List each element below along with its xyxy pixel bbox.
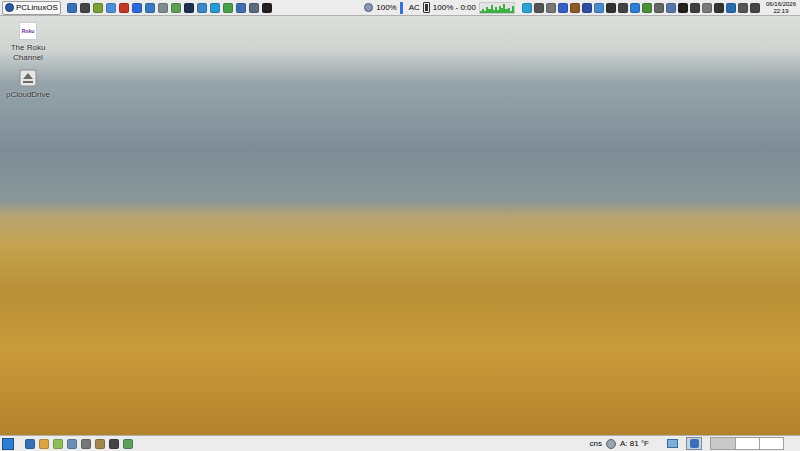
workspace[interactable] (759, 438, 783, 449)
launcher-icon[interactable] (158, 3, 168, 13)
tray-icon[interactable] (630, 3, 640, 13)
weather-icon[interactable] (606, 439, 616, 449)
task-button[interactable] (686, 437, 702, 450)
quick-launch-icon[interactable] (39, 439, 49, 449)
clock[interactable]: 06/16/202622:19 (766, 1, 796, 14)
tray-icon[interactable] (654, 3, 664, 13)
tray-icon[interactable] (714, 3, 724, 13)
cpu-bar (512, 6, 514, 13)
launcher-icon[interactable] (80, 3, 90, 13)
bottom-panel: cns A: 81 °F (0, 435, 800, 451)
quick-launch-icon[interactable] (109, 439, 119, 449)
tray-icon[interactable] (558, 3, 568, 13)
quick-launch-icon[interactable] (53, 439, 63, 449)
launcher-icon[interactable] (145, 3, 155, 13)
launcher-icon[interactable] (236, 3, 246, 13)
tray-icon[interactable] (690, 3, 700, 13)
top-panel: PCLinuxOS 100% AC 100% - 0:00 06/16/202622:1… (0, 0, 800, 16)
desktop: Roku The Roku Channel pCloudDrive (0, 16, 800, 435)
start-icon[interactable] (2, 438, 14, 450)
desktop-icon-label: pCloudDrive (5, 90, 51, 100)
pclinuxos-icon (5, 3, 14, 12)
tray-icon[interactable] (702, 3, 712, 13)
launcher-icon[interactable] (184, 3, 194, 13)
task-list (686, 437, 702, 450)
volume-icon[interactable] (364, 3, 373, 12)
tray-icon[interactable] (738, 3, 748, 13)
quick-launch-icon[interactable] (67, 439, 77, 449)
launcher-icon[interactable] (249, 3, 259, 13)
quick-launch-icon[interactable] (123, 439, 133, 449)
tray-icon[interactable] (678, 3, 688, 13)
weather-reading: A: 81 °F (620, 440, 649, 448)
display-icon[interactable] (667, 439, 678, 448)
launcher-icon[interactable] (106, 3, 116, 13)
power-source: AC (409, 4, 420, 12)
task-icon (690, 439, 699, 448)
system-tray (522, 3, 760, 13)
volume-meter[interactable] (400, 2, 403, 14)
workspace[interactable] (735, 438, 759, 449)
tray-icon[interactable] (642, 3, 652, 13)
volume-reading: 100% (376, 4, 396, 12)
desktop-icon-label: The Roku Channel (5, 43, 51, 63)
launcher-icon[interactable] (119, 3, 129, 13)
tray-icon[interactable] (546, 3, 556, 13)
panel-status: 100% AC 100% - 0:00 06/16/202622:19 (364, 1, 798, 14)
bottom-tray: cns A: 81 °F (590, 437, 798, 450)
clock-time: 22:19 (773, 8, 788, 15)
roku-icon: Roku (19, 22, 37, 40)
battery-reading: 100% - 0:00 (433, 4, 476, 12)
tray-icon[interactable] (750, 3, 760, 13)
clock-date: 06/16/2026 (766, 1, 796, 8)
cpu-graph[interactable] (479, 2, 515, 14)
wallpaper (0, 16, 800, 435)
keyboard-layout[interactable]: cns (590, 440, 602, 448)
drive-icon (19, 69, 37, 87)
launcher-icon[interactable] (67, 3, 77, 13)
desktop-screen: PCLinuxOS 100% AC 100% - 0:00 06/16/202622:1… (0, 0, 800, 451)
tray-icon[interactable] (726, 3, 736, 13)
tray-icon[interactable] (582, 3, 592, 13)
tray-icon[interactable] (534, 3, 544, 13)
launcher-icon[interactable] (93, 3, 103, 13)
launcher-icon[interactable] (262, 3, 272, 13)
tray-icon[interactable] (606, 3, 616, 13)
desktop-icons: Roku The Roku Channel pCloudDrive (4, 16, 52, 100)
battery-icon[interactable] (423, 2, 430, 13)
menu-button[interactable]: PCLinuxOS (2, 1, 61, 15)
tray-icon[interactable] (618, 3, 628, 13)
tray-icon[interactable] (594, 3, 604, 13)
workspace[interactable] (711, 438, 735, 449)
quick-launch-icon[interactable] (81, 439, 91, 449)
launchers (67, 3, 272, 13)
tray-icon[interactable] (666, 3, 676, 13)
tray-icon[interactable] (522, 3, 532, 13)
quick-launch (25, 439, 133, 449)
tray-icon[interactable] (570, 3, 580, 13)
launcher-icon[interactable] (223, 3, 233, 13)
launcher-icon[interactable] (197, 3, 207, 13)
workspace-pager (710, 437, 784, 450)
launcher-icon[interactable] (171, 3, 181, 13)
launcher-icon[interactable] (210, 3, 220, 13)
desktop-icon[interactable]: Roku The Roku Channel (5, 22, 51, 63)
quick-launch-icon[interactable] (25, 439, 35, 449)
desktop-icon[interactable]: pCloudDrive (5, 69, 51, 100)
quick-launch-icon[interactable] (95, 439, 105, 449)
launcher-icon[interactable] (132, 3, 142, 13)
